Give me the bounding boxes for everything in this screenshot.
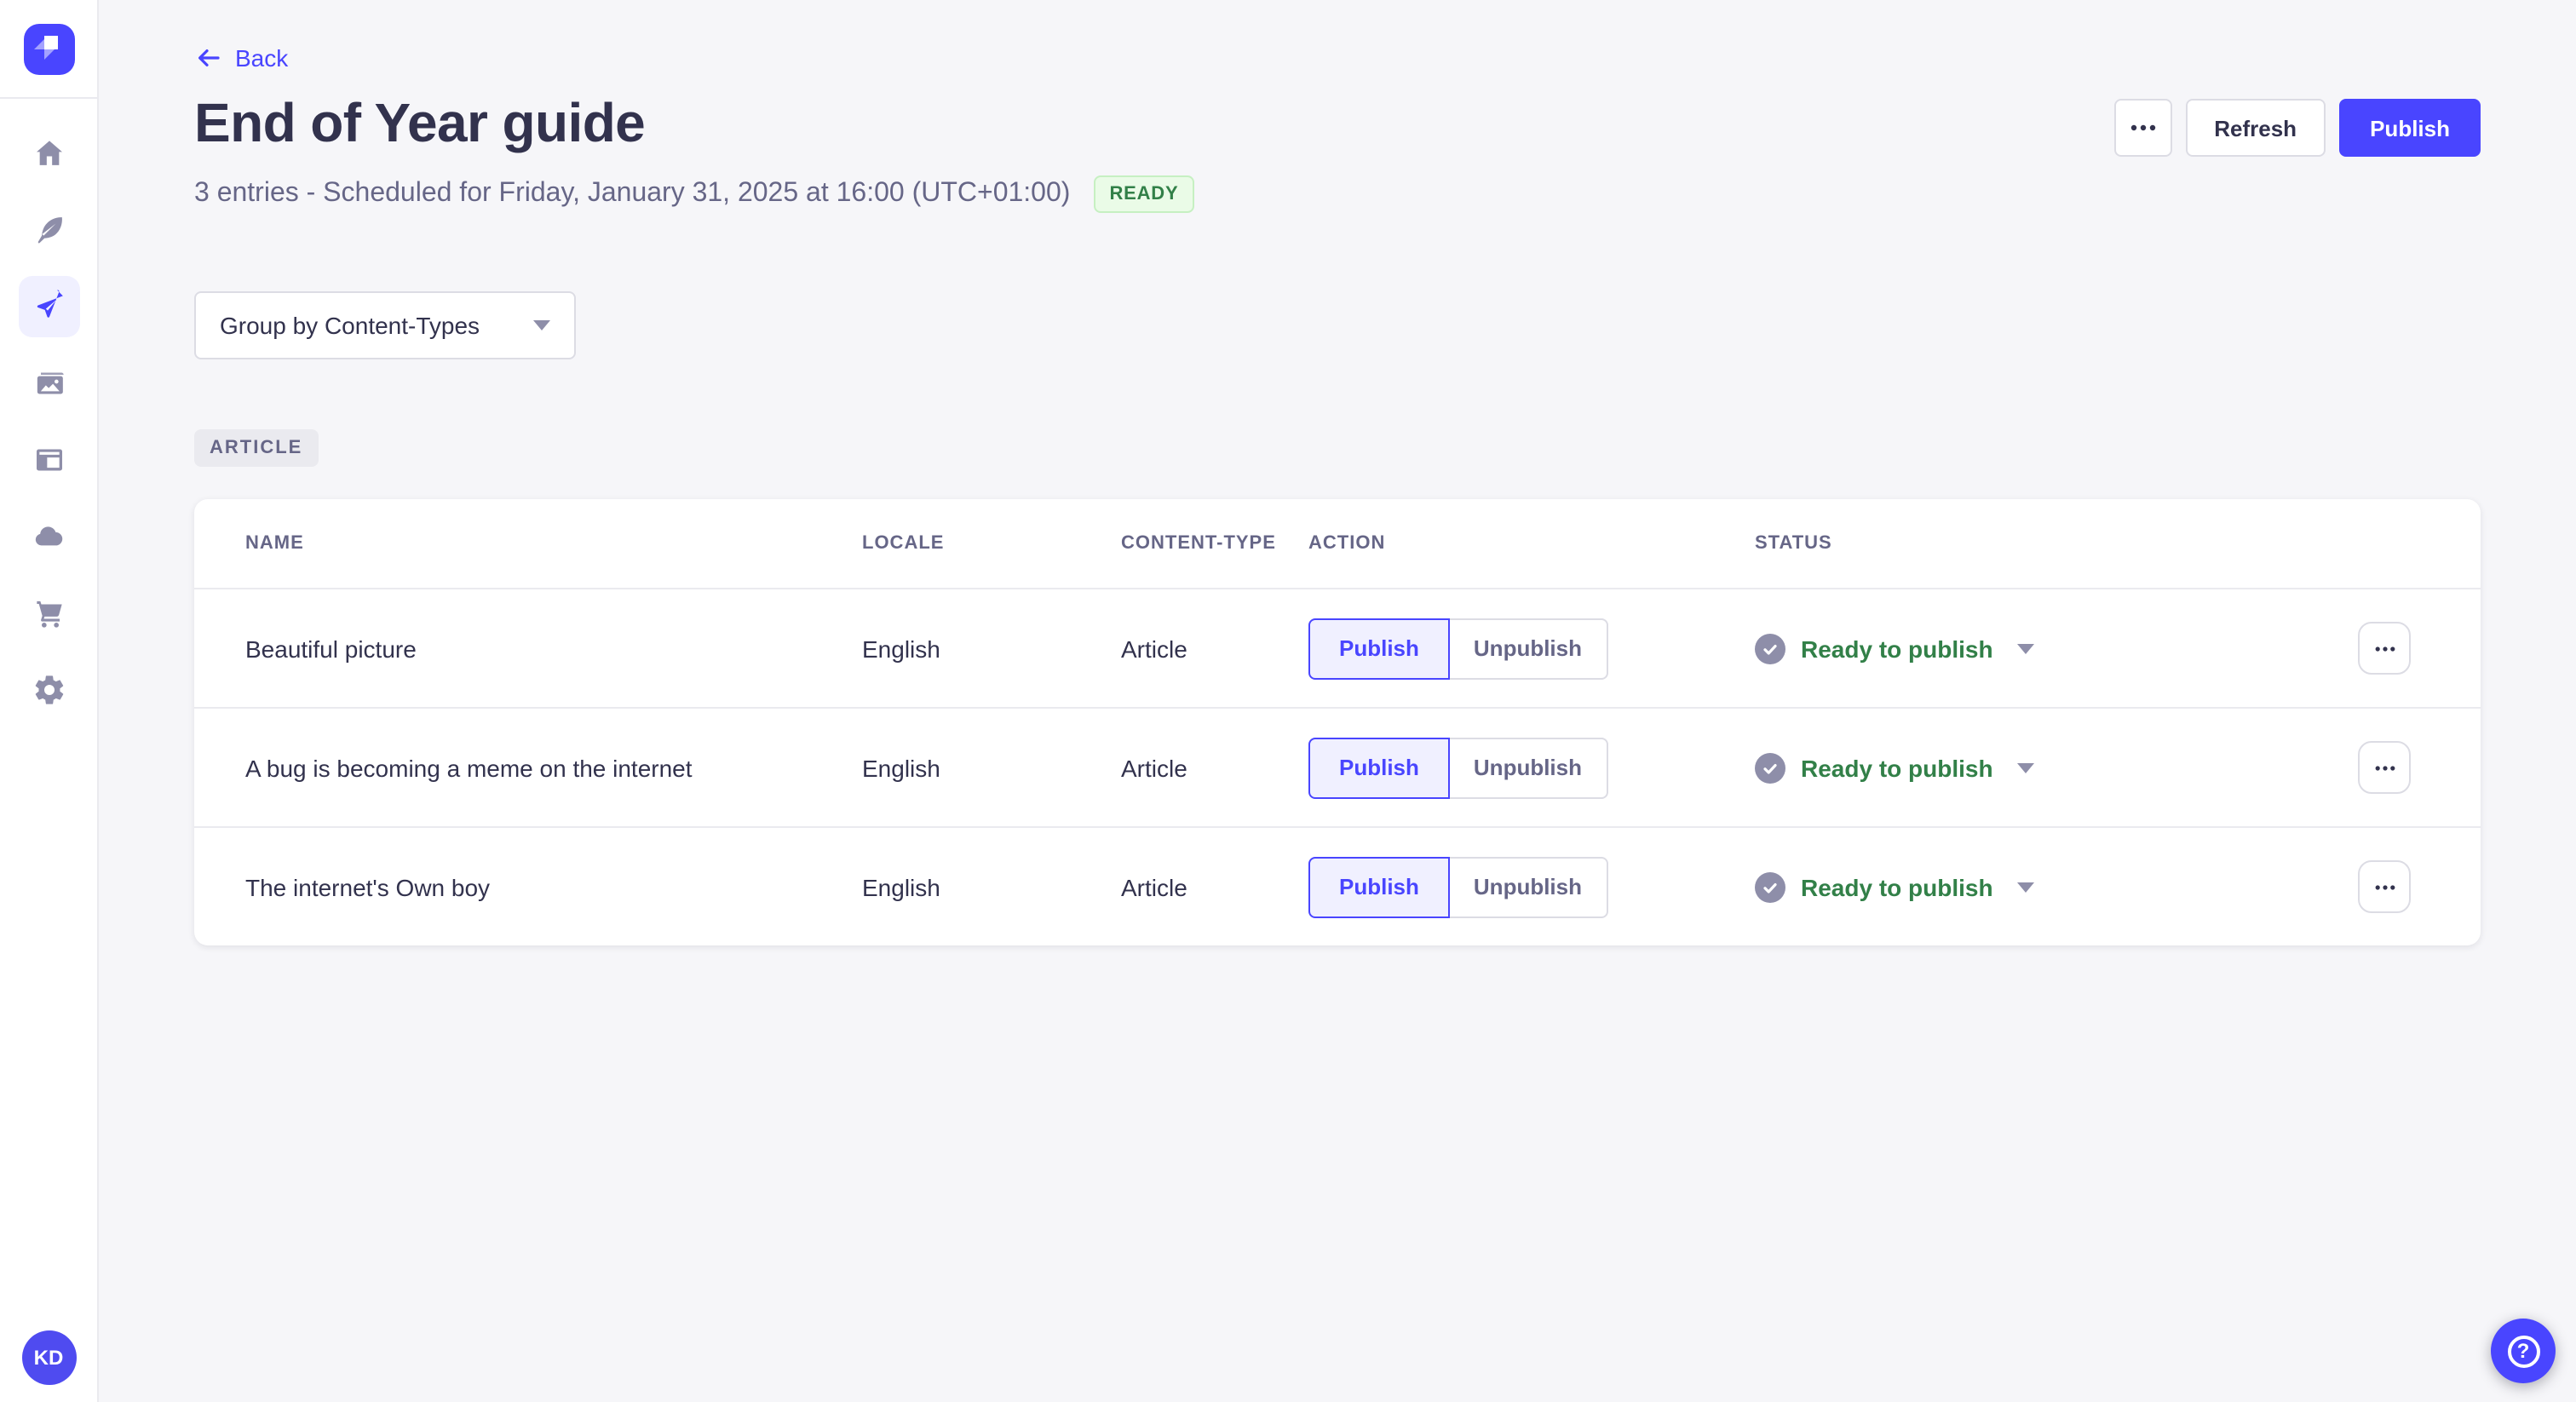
entry-locale: English (862, 873, 940, 900)
user-avatar[interactable]: KD (21, 1330, 76, 1385)
entry-action-toggle: Publish Unpublish (1308, 618, 1755, 679)
column-header-locale: LOCALE (862, 533, 945, 554)
table-row: The internet's Own boy English Article P… (194, 828, 2481, 945)
entry-locale: English (862, 635, 940, 662)
question-mark-icon: ? (2507, 1335, 2539, 1367)
entry-locale: English (862, 754, 940, 781)
avatar-initials: KD (33, 1346, 64, 1370)
column-header-status: STATUS (1755, 533, 1832, 554)
group-by-value: Group by Content-Types (220, 312, 480, 339)
entry-name: A bug is becoming a meme on the internet (245, 754, 693, 781)
sidebar-item-settings[interactable] (18, 659, 79, 721)
chevron-down-icon (2016, 762, 2034, 773)
check-circle-icon (1755, 752, 1785, 783)
unpublish-option-button[interactable]: Unpublish (1447, 856, 1607, 917)
unpublish-option-button[interactable]: Unpublish (1447, 737, 1607, 798)
home-icon (36, 141, 61, 165)
release-subtitle: 3 entries - Scheduled for Friday, Januar… (194, 179, 1071, 208)
publish-option-button[interactable]: Publish (1308, 618, 1450, 679)
entry-status-label: Ready to publish (1801, 754, 1993, 781)
subtitle-row: 3 entries - Scheduled for Friday, Januar… (194, 175, 2481, 213)
header-actions: Refresh Publish (2113, 99, 2481, 157)
logo-container (0, 0, 97, 99)
sidebar-item-home[interactable] (18, 123, 79, 184)
group-by-select[interactable]: Group by Content-Types (194, 291, 576, 359)
entry-name: The internet's Own boy (245, 873, 491, 900)
gear-icon (34, 675, 63, 704)
images-icon (36, 372, 63, 394)
column-header-action: ACTION (1308, 533, 1386, 554)
sidebar-item-content-type-builder[interactable] (18, 429, 79, 491)
sidebar-item-content-manager[interactable] (18, 199, 79, 261)
row-menu-button[interactable] (2358, 860, 2411, 913)
feather-icon (37, 217, 61, 244)
sidebar-item-cloud[interactable] (18, 506, 79, 567)
ellipsis-icon (2374, 765, 2395, 770)
entry-status-label: Ready to publish (1801, 635, 1993, 662)
entry-content-type: Article (1121, 754, 1187, 781)
sidebar-item-releases[interactable] (18, 276, 79, 337)
column-header-content-type: CONTENT-TYPE (1121, 533, 1276, 554)
layout-icon (36, 449, 61, 471)
publish-release-button[interactable]: Publish (2339, 99, 2481, 157)
refresh-button[interactable]: Refresh (2185, 99, 2326, 157)
entry-action-toggle: Publish Unpublish (1308, 856, 1755, 917)
ellipsis-icon (2374, 646, 2395, 651)
entry-status-label: Ready to publish (1801, 873, 1993, 900)
entry-name: Beautiful picture (245, 635, 417, 662)
strapi-logo[interactable] (23, 24, 74, 75)
table-header-row: NAME LOCALE CONTENT-TYPE ACTION STATUS (194, 499, 2481, 589)
ellipsis-icon (2374, 884, 2395, 889)
row-menu-button[interactable] (2358, 741, 2411, 794)
entry-status-dropdown[interactable]: Ready to publish (1755, 633, 2034, 664)
column-header-name: NAME (245, 533, 304, 554)
entry-status-dropdown[interactable]: Ready to publish (1755, 871, 2034, 902)
back-label: Back (235, 44, 289, 72)
entry-action-toggle: Publish Unpublish (1308, 737, 1755, 798)
back-link[interactable]: Back (194, 0, 288, 72)
ellipsis-icon (2130, 124, 2155, 131)
paper-plane-icon (36, 290, 62, 318)
sidebar-item-media-library[interactable] (18, 353, 79, 414)
stage: KD Back End of Year guide 3 entries - Sc… (0, 0, 2576, 1402)
check-circle-icon (1755, 633, 1785, 664)
help-fab-button[interactable]: ? (2491, 1319, 2556, 1383)
arrow-left-icon (198, 49, 220, 66)
check-circle-icon (1755, 871, 1785, 902)
sidebar-item-marketplace[interactable] (18, 583, 79, 644)
content-type-group-badge: ARTICLE (194, 429, 319, 467)
status-badge: READY (1094, 175, 1194, 213)
entry-content-type: Article (1121, 635, 1187, 662)
entry-content-type: Article (1121, 873, 1187, 900)
entry-status-dropdown[interactable]: Ready to publish (1755, 752, 2034, 783)
chevron-down-icon (2016, 882, 2034, 892)
entries-table-card: NAME LOCALE CONTENT-TYPE ACTION STATUS B… (194, 499, 2481, 945)
cart-icon (36, 600, 61, 628)
chevron-down-icon (533, 320, 550, 330)
table-row: Beautiful picture English Article Publis… (194, 589, 2481, 709)
row-menu-button[interactable] (2358, 622, 2411, 675)
publish-option-button[interactable]: Publish (1308, 856, 1450, 917)
cloud-icon (34, 526, 62, 546)
main-content: Back End of Year guide 3 entries - Sched… (99, 0, 2576, 1402)
publish-option-button[interactable]: Publish (1308, 737, 1450, 798)
table-body: Beautiful picture English Article Publis… (194, 589, 2481, 945)
unpublish-option-button[interactable]: Unpublish (1447, 618, 1607, 679)
table-row: A bug is becoming a meme on the internet… (194, 709, 2481, 828)
sidebar-nav (18, 123, 79, 721)
strapi-admin-app: KD Back End of Year guide 3 entries - Sc… (0, 0, 2576, 1402)
more-actions-button[interactable] (2113, 99, 2172, 157)
sidebar: KD (0, 0, 99, 1402)
chevron-down-icon (2016, 643, 2034, 653)
